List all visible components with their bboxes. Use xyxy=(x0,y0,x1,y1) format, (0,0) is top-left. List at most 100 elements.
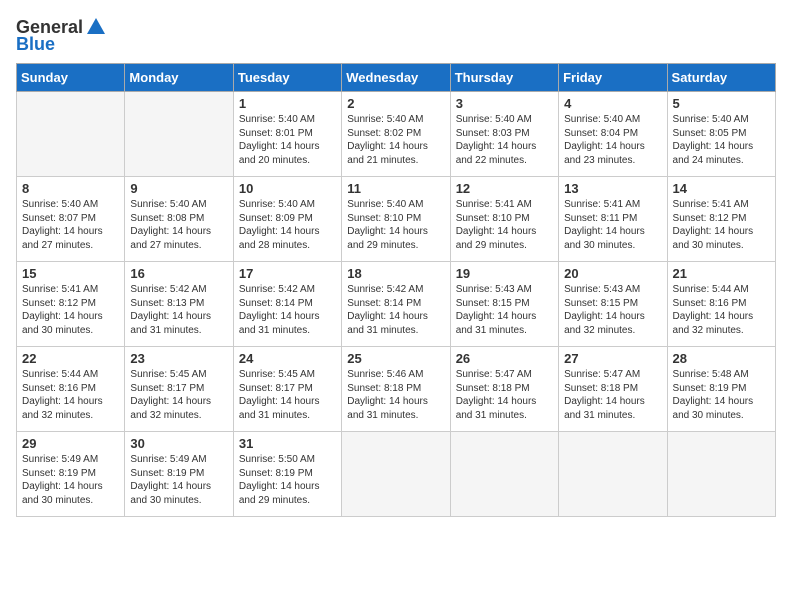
calendar-day-cell xyxy=(667,432,775,517)
calendar-header-sunday: Sunday xyxy=(17,64,125,92)
day-number: 8 xyxy=(22,181,119,196)
day-info: Sunrise: 5:45 AMSunset: 8:17 PMDaylight:… xyxy=(130,368,227,422)
day-number: 16 xyxy=(130,266,227,281)
calendar-header-saturday: Saturday xyxy=(667,64,775,92)
day-info: Sunrise: 5:41 AMSunset: 8:12 PMDaylight:… xyxy=(22,283,119,337)
day-info: Sunrise: 5:40 AMSunset: 8:08 PMDaylight:… xyxy=(130,198,227,252)
day-number: 31 xyxy=(239,436,336,451)
day-info: Sunrise: 5:44 AMSunset: 8:16 PMDaylight:… xyxy=(673,283,770,337)
calendar-day-cell: 1Sunrise: 5:40 AMSunset: 8:01 PMDaylight… xyxy=(233,92,341,177)
calendar-day-cell: 18 Sunrise: 5:42 AMSunset: 8:14 PMDayligh… xyxy=(342,262,450,347)
calendar-day-cell: 14 Sunrise: 5:41 AMSunset: 8:12 PMDayligh… xyxy=(667,177,775,262)
day-info: Sunrise: 5:49 AMSunset: 8:19 PMDaylight:… xyxy=(22,453,119,507)
calendar-day-cell: 30 Sunrise: 5:49 AMSunset: 8:19 PMDayligh… xyxy=(125,432,233,517)
day-info: Sunrise: 5:40 AMSunset: 8:05 PMDaylight:… xyxy=(673,113,770,167)
day-number: 4 xyxy=(564,96,661,111)
calendar-day-cell: 24 Sunrise: 5:45 AMSunset: 8:17 PMDayligh… xyxy=(233,347,341,432)
day-number: 17 xyxy=(239,266,336,281)
day-info: Sunrise: 5:41 AMSunset: 8:10 PMDaylight:… xyxy=(456,198,553,252)
calendar-day-cell: 12 Sunrise: 5:41 AMSunset: 8:10 PMDayligh… xyxy=(450,177,558,262)
calendar-header-tuesday: Tuesday xyxy=(233,64,341,92)
day-info: Sunrise: 5:40 AMSunset: 8:04 PMDaylight:… xyxy=(564,113,661,167)
day-number: 12 xyxy=(456,181,553,196)
calendar-table: SundayMondayTuesdayWednesdayThursdayFrid… xyxy=(16,63,776,517)
day-number: 25 xyxy=(347,351,444,366)
day-number: 5 xyxy=(673,96,770,111)
day-info: Sunrise: 5:46 AMSunset: 8:18 PMDaylight:… xyxy=(347,368,444,422)
day-number: 30 xyxy=(130,436,227,451)
day-number: 18 xyxy=(347,266,444,281)
calendar-day-cell xyxy=(450,432,558,517)
logo-blue-text: Blue xyxy=(16,34,55,55)
day-info: Sunrise: 5:44 AMSunset: 8:16 PMDaylight:… xyxy=(22,368,119,422)
calendar-day-cell: 17 Sunrise: 5:42 AMSunset: 8:14 PMDayligh… xyxy=(233,262,341,347)
calendar-day-cell xyxy=(125,92,233,177)
day-info: Sunrise: 5:45 AMSunset: 8:17 PMDaylight:… xyxy=(239,368,336,422)
day-info: Sunrise: 5:48 AMSunset: 8:19 PMDaylight:… xyxy=(673,368,770,422)
calendar-day-cell: 10 Sunrise: 5:40 AMSunset: 8:09 PMDayligh… xyxy=(233,177,341,262)
day-info: Sunrise: 5:42 AMSunset: 8:14 PMDaylight:… xyxy=(239,283,336,337)
day-info: Sunrise: 5:40 AMSunset: 8:09 PMDaylight:… xyxy=(239,198,336,252)
calendar-day-cell: 5 Sunrise: 5:40 AMSunset: 8:05 PMDaylight… xyxy=(667,92,775,177)
day-number: 2 xyxy=(347,96,444,111)
day-info: Sunrise: 5:40 AMSunset: 8:02 PMDaylight:… xyxy=(347,113,444,167)
day-number: 10 xyxy=(239,181,336,196)
calendar-header-wednesday: Wednesday xyxy=(342,64,450,92)
calendar-day-cell: 23 Sunrise: 5:45 AMSunset: 8:17 PMDayligh… xyxy=(125,347,233,432)
calendar-day-cell: 22Sunrise: 5:44 AMSunset: 8:16 PMDayligh… xyxy=(17,347,125,432)
calendar-day-cell: 16 Sunrise: 5:42 AMSunset: 8:13 PMDayligh… xyxy=(125,262,233,347)
calendar-day-cell: 29 Sunrise: 5:49 AMSunset: 8:19 PMDayligh… xyxy=(17,432,125,517)
calendar-day-cell: 11 Sunrise: 5:40 AMSunset: 8:10 PMDayligh… xyxy=(342,177,450,262)
day-number: 23 xyxy=(130,351,227,366)
day-info: Sunrise: 5:41 AMSunset: 8:11 PMDaylight:… xyxy=(564,198,661,252)
calendar-header-friday: Friday xyxy=(559,64,667,92)
calendar-header-monday: Monday xyxy=(125,64,233,92)
day-number: 24 xyxy=(239,351,336,366)
calendar-header-row: SundayMondayTuesdayWednesdayThursdayFrid… xyxy=(17,64,776,92)
calendar-week-row: 15 Sunrise: 5:41 AMSunset: 8:12 PMDayligh… xyxy=(17,262,776,347)
calendar-day-cell: 4 Sunrise: 5:40 AMSunset: 8:04 PMDaylight… xyxy=(559,92,667,177)
calendar-day-cell: 13 Sunrise: 5:41 AMSunset: 8:11 PMDayligh… xyxy=(559,177,667,262)
day-number: 11 xyxy=(347,181,444,196)
logo: General Blue xyxy=(16,16,107,55)
day-info: Sunrise: 5:43 AMSunset: 8:15 PMDaylight:… xyxy=(564,283,661,337)
calendar-day-cell: 21Sunrise: 5:44 AMSunset: 8:16 PMDayligh… xyxy=(667,262,775,347)
calendar-day-cell: 27Sunrise: 5:47 AMSunset: 8:18 PMDayligh… xyxy=(559,347,667,432)
day-info: Sunrise: 5:43 AMSunset: 8:15 PMDaylight:… xyxy=(456,283,553,337)
day-info: Sunrise: 5:47 AMSunset: 8:18 PMDaylight:… xyxy=(456,368,553,422)
day-number: 14 xyxy=(673,181,770,196)
calendar-week-row: 8 Sunrise: 5:40 AMSunset: 8:07 PMDaylight… xyxy=(17,177,776,262)
calendar-day-cell: 20 Sunrise: 5:43 AMSunset: 8:15 PMDayligh… xyxy=(559,262,667,347)
calendar-day-cell xyxy=(17,92,125,177)
day-number: 29 xyxy=(22,436,119,451)
day-number: 1 xyxy=(239,96,336,111)
header: General Blue xyxy=(16,16,776,55)
day-number: 28 xyxy=(673,351,770,366)
calendar-day-cell: 19 Sunrise: 5:43 AMSunset: 8:15 PMDayligh… xyxy=(450,262,558,347)
calendar-day-cell: 2 Sunrise: 5:40 AMSunset: 8:02 PMDaylight… xyxy=(342,92,450,177)
day-number: 19 xyxy=(456,266,553,281)
logo-icon xyxy=(85,16,107,38)
calendar-week-row: 1Sunrise: 5:40 AMSunset: 8:01 PMDaylight… xyxy=(17,92,776,177)
calendar-day-cell xyxy=(342,432,450,517)
calendar-day-cell: 9 Sunrise: 5:40 AMSunset: 8:08 PMDaylight… xyxy=(125,177,233,262)
day-number: 15 xyxy=(22,266,119,281)
day-number: 9 xyxy=(130,181,227,196)
day-info: Sunrise: 5:42 AMSunset: 8:14 PMDaylight:… xyxy=(347,283,444,337)
calendar-day-cell: 3 Sunrise: 5:40 AMSunset: 8:03 PMDaylight… xyxy=(450,92,558,177)
day-number: 3 xyxy=(456,96,553,111)
day-info: Sunrise: 5:49 AMSunset: 8:19 PMDaylight:… xyxy=(130,453,227,507)
calendar-day-cell: 15 Sunrise: 5:41 AMSunset: 8:12 PMDayligh… xyxy=(17,262,125,347)
day-number: 20 xyxy=(564,266,661,281)
day-info: Sunrise: 5:40 AMSunset: 8:07 PMDaylight:… xyxy=(22,198,119,252)
calendar-day-cell: 31Sunrise: 5:50 AMSunset: 8:19 PMDayligh… xyxy=(233,432,341,517)
calendar-day-cell: 25 Sunrise: 5:46 AMSunset: 8:18 PMDayligh… xyxy=(342,347,450,432)
day-info: Sunrise: 5:41 AMSunset: 8:12 PMDaylight:… xyxy=(673,198,770,252)
day-number: 13 xyxy=(564,181,661,196)
day-info: Sunrise: 5:42 AMSunset: 8:13 PMDaylight:… xyxy=(130,283,227,337)
calendar-day-cell: 26 Sunrise: 5:47 AMSunset: 8:18 PMDayligh… xyxy=(450,347,558,432)
day-info: Sunrise: 5:40 AMSunset: 8:03 PMDaylight:… xyxy=(456,113,553,167)
calendar-week-row: 29 Sunrise: 5:49 AMSunset: 8:19 PMDayligh… xyxy=(17,432,776,517)
day-info: Sunrise: 5:40 AMSunset: 8:10 PMDaylight:… xyxy=(347,198,444,252)
day-number: 26 xyxy=(456,351,553,366)
